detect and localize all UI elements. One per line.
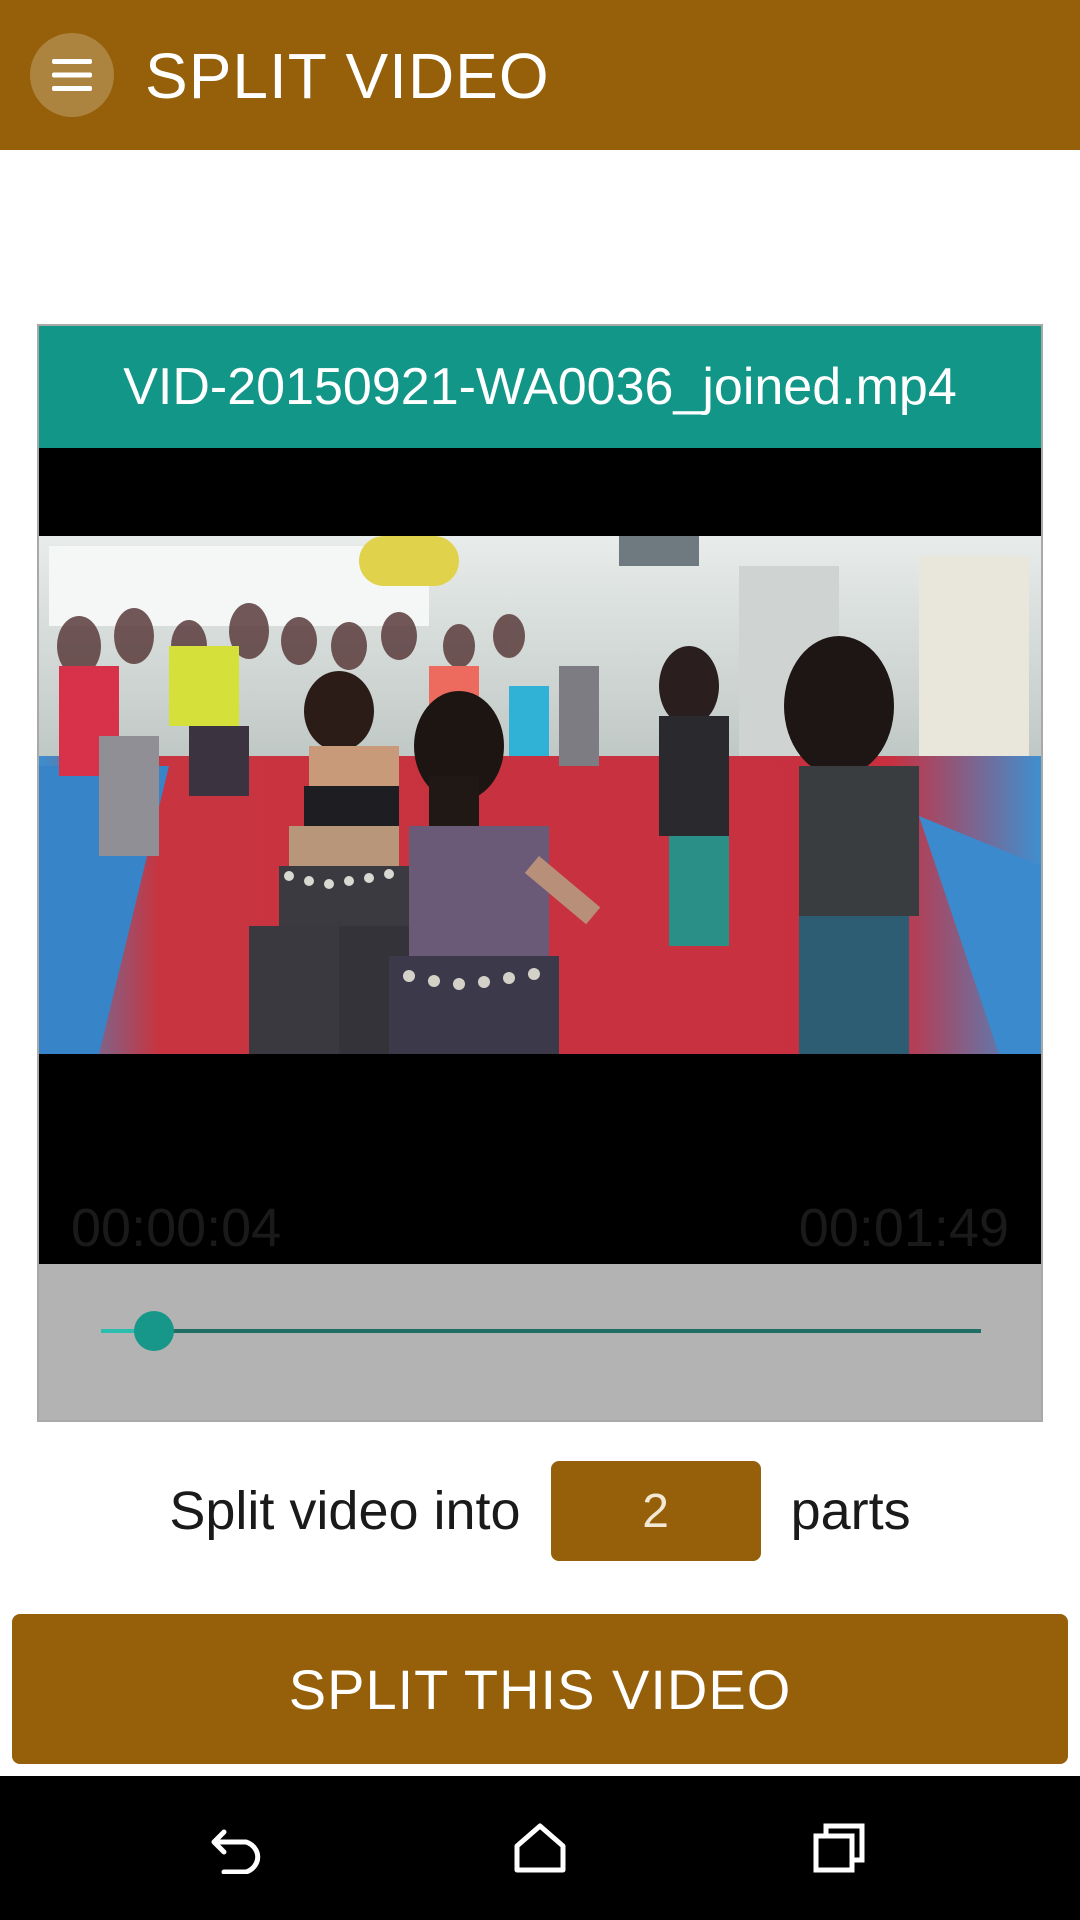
- video-card: VID-20150921-WA0036_joined.mp4 00:00:04 …: [37, 324, 1043, 1422]
- hamburger-menu-icon: [52, 59, 92, 91]
- recents-icon: [813, 1823, 865, 1873]
- split-label-before: Split video into: [169, 1481, 521, 1541]
- video-file-name: VID-20150921-WA0036_joined.mp4: [39, 326, 1041, 448]
- total-duration: 00:01:49: [798, 1198, 1009, 1258]
- video-frame: [39, 536, 1041, 1054]
- menu-button[interactable]: [30, 33, 114, 117]
- nav-recents-button[interactable]: [790, 1798, 890, 1898]
- nav-back-button[interactable]: [190, 1798, 290, 1898]
- parts-count-input[interactable]: [550, 1461, 761, 1561]
- back-icon: [211, 1829, 261, 1874]
- seek-bar[interactable]: [101, 1311, 981, 1351]
- video-player[interactable]: [39, 448, 1041, 1264]
- nav-home-button[interactable]: [490, 1798, 590, 1898]
- split-label-after: parts: [790, 1481, 911, 1541]
- seek-thumb[interactable]: [133, 1311, 174, 1351]
- page-title: SPLIT VIDEO: [145, 40, 550, 112]
- system-nav-bar: [0, 1776, 1080, 1920]
- home-icon: [514, 1823, 566, 1873]
- split-parts-row: Split video into parts: [0, 1460, 1080, 1562]
- app-bar: SPLIT VIDEO: [0, 0, 1080, 150]
- current-time: 00:00:04: [71, 1198, 282, 1258]
- split-video-button[interactable]: SPLIT THIS VIDEO: [12, 1614, 1068, 1764]
